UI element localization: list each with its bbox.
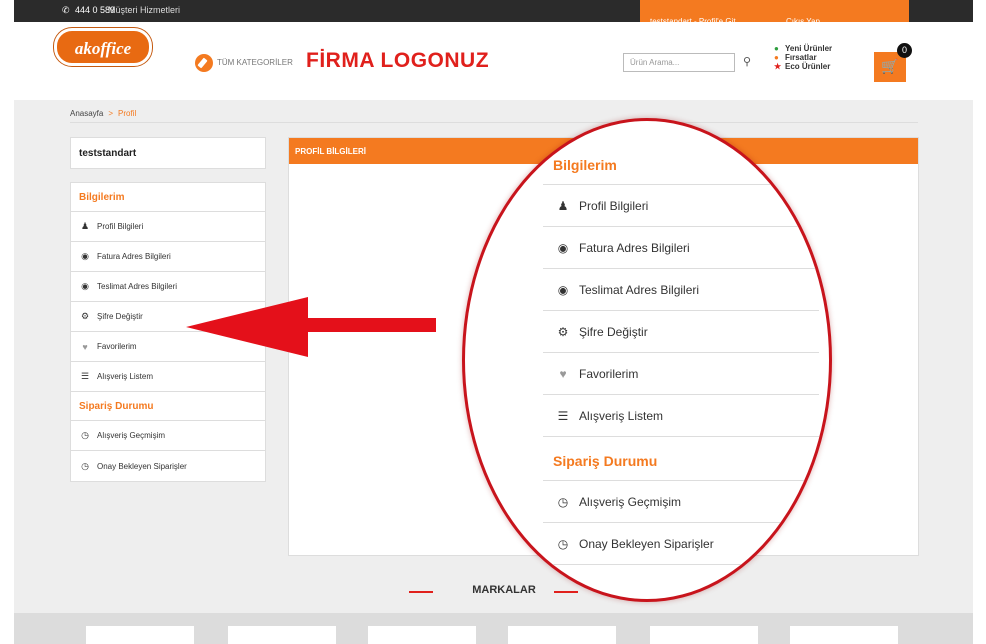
address-icon: ◉ [557, 282, 569, 297]
sidebar-item-label: Onay Bekleyen Siparişler [97, 461, 187, 471]
user-icon: ♟ [80, 221, 90, 231]
section-title-bilgilerim: Bilgilerim [71, 183, 265, 212]
annotation-arrow-shaft [294, 318, 436, 332]
brands-title: MARKALAR [472, 584, 536, 596]
logo-text: akoffice [74, 39, 132, 58]
eco-products-label: Eco Ürünler [785, 62, 831, 71]
brand-logo[interactable] [86, 626, 194, 644]
zoom-section-title-bilgilerim: Bilgilerim [543, 141, 819, 185]
sidebar-item-shopping-list[interactable]: ☰ Alışveriş Listem [71, 362, 265, 392]
cart-count-badge: 0 [897, 43, 912, 58]
zoom-item-label: Şifre Değiştir [579, 324, 648, 339]
heart-icon: ♥ [559, 366, 567, 381]
star-icon: ★ [774, 62, 782, 71]
zoom-item-label: Onay Bekleyen Siparişler [579, 536, 714, 551]
new-products-link[interactable]: ● Yeni Ürünler [774, 44, 832, 53]
sidebar-item-billing-address[interactable]: ◉ Fatura Adres Bilgileri [71, 242, 265, 272]
sidebar-item-label: Şifre Değiştir [97, 312, 143, 321]
section-title-order-status: Sipariş Durumu [71, 392, 265, 421]
all-categories-button[interactable]: TÜM KATEGORİLER [217, 58, 293, 67]
leaf-icon: ● [774, 44, 779, 53]
cart-icon: 🛒 [881, 58, 899, 74]
brand-logo[interactable] [368, 626, 476, 644]
gears-icon: ⚙ [557, 324, 569, 339]
page: ✆444 0 589 Müşteri Hizmetleri teststanda… [14, 0, 973, 644]
breadcrumb-home[interactable]: Anasayfa [70, 109, 103, 118]
zoom-item-label: Favorilerim [579, 366, 639, 381]
clock-icon: ◷ [557, 536, 569, 551]
deals-label: Fırsatlar [785, 53, 817, 62]
header-quick-links: ● Yeni Ürünler ● Fırsatlar ★ Eco Ürünler [774, 44, 832, 71]
deals-link[interactable]: ● Fırsatlar [774, 53, 832, 62]
zoom-item-label: Alışveriş Listem [579, 408, 664, 423]
breadcrumb-current[interactable]: Profil [118, 109, 136, 118]
sidebar-item-profile[interactable]: ♟ Profil Bilgileri [71, 212, 265, 242]
list-icon: ☰ [80, 371, 90, 381]
list-icon: ☰ [557, 408, 569, 423]
address-icon: ◉ [81, 251, 89, 261]
phone-icon: ✆ [62, 5, 70, 15]
zoom-item-label: Alışveriş Geçmişim [579, 494, 682, 509]
zoom-item-profile[interactable]: ♟ Profil Bilgileri [543, 185, 819, 227]
brand-logo[interactable] [228, 626, 336, 644]
search-icon[interactable]: ⚲ [743, 55, 757, 69]
cart-button[interactable]: 🛒 0 [874, 43, 912, 82]
clock-icon: ◷ [81, 460, 89, 471]
sidebar-item-pending-orders[interactable]: ◷ Onay Bekleyen Siparişler [71, 451, 265, 481]
screenshot-frame: ✆444 0 589 Müşteri Hizmetleri teststanda… [0, 0, 986, 644]
sidebar-item-label: Alışveriş Geçmişim [97, 431, 166, 440]
zoomed-menu: Bilgilerim ♟ Profil Bilgileri ◉ Fatura Adr… [543, 141, 819, 565]
divider [554, 591, 578, 593]
zoom-callout: Bilgilerim ♟ Profil Bilgileri ◉ Fatura Adr… [462, 118, 832, 602]
search-input[interactable]: Ürün Arama... [623, 53, 735, 72]
brand-logo[interactable] [790, 626, 898, 644]
sidebar-item-label: Profil Bilgileri [97, 222, 144, 231]
clock-icon: ◷ [557, 494, 569, 509]
sidebar-item-order-history[interactable]: ◷ Alışveriş Geçmişim [71, 421, 265, 451]
breadcrumb: Anasayfa > Profil [70, 109, 136, 118]
company-logo-placeholder: FİRMA LOGONUZ [306, 49, 490, 72]
zoom-item-pending-orders[interactable]: ◷ Onay Bekleyen Siparişler [543, 523, 819, 565]
clock-icon: ◷ [81, 430, 89, 440]
customer-service-link[interactable]: Müşteri Hizmetleri [108, 5, 180, 15]
zoom-item-label: Teslimat Adres Bilgileri [579, 282, 700, 297]
tag-icon: ● [774, 53, 779, 62]
zoom-item-favorites[interactable]: ♥ Favorilerim [543, 353, 819, 395]
sidebar-item-label: Favorilerim [97, 342, 137, 351]
zoom-item-label: Fatura Adres Bilgileri [579, 240, 690, 255]
brand-logo[interactable] [650, 626, 758, 644]
sidebar-item-label: Fatura Adres Bilgileri [97, 252, 171, 261]
zoom-section-title-order-status: Sipariş Durumu [543, 437, 819, 481]
zoom-item-shopping-list[interactable]: ☰ Alışveriş Listem [543, 395, 819, 437]
breadcrumb-separator: > [108, 109, 114, 118]
sidebar-item-label: Teslimat Adres Bilgileri [97, 282, 178, 291]
zoom-item-order-history[interactable]: ◷ Alışveriş Geçmişim [543, 481, 819, 523]
user-icon: ♟ [557, 198, 569, 213]
username-box: teststandart [70, 137, 266, 169]
address-icon: ◉ [557, 240, 569, 255]
new-products-label: Yeni Ürünler [785, 44, 833, 53]
pencil-icon[interactable] [195, 54, 213, 72]
divider [70, 122, 918, 123]
zoom-item-label: Profil Bilgileri [579, 198, 649, 213]
annotation-arrow-head [186, 297, 308, 357]
gears-icon: ⚙ [80, 311, 90, 321]
zoom-item-change-password[interactable]: ⚙ Şifre Değiştir [543, 311, 819, 353]
site-logo[interactable]: akoffice [54, 28, 152, 66]
heart-icon: ♥ [82, 341, 88, 352]
zoom-item-shipping-address[interactable]: ◉ Teslimat Adres Bilgileri [543, 269, 819, 311]
brands-strip [14, 613, 973, 644]
zoom-item-billing-address[interactable]: ◉ Fatura Adres Bilgileri [543, 227, 819, 269]
address-icon: ◉ [81, 281, 89, 291]
eco-products-link[interactable]: ★ Eco Ürünler [774, 62, 832, 71]
sidebar-item-label: Alışveriş Listem [97, 372, 154, 381]
brand-logo[interactable] [508, 626, 616, 644]
